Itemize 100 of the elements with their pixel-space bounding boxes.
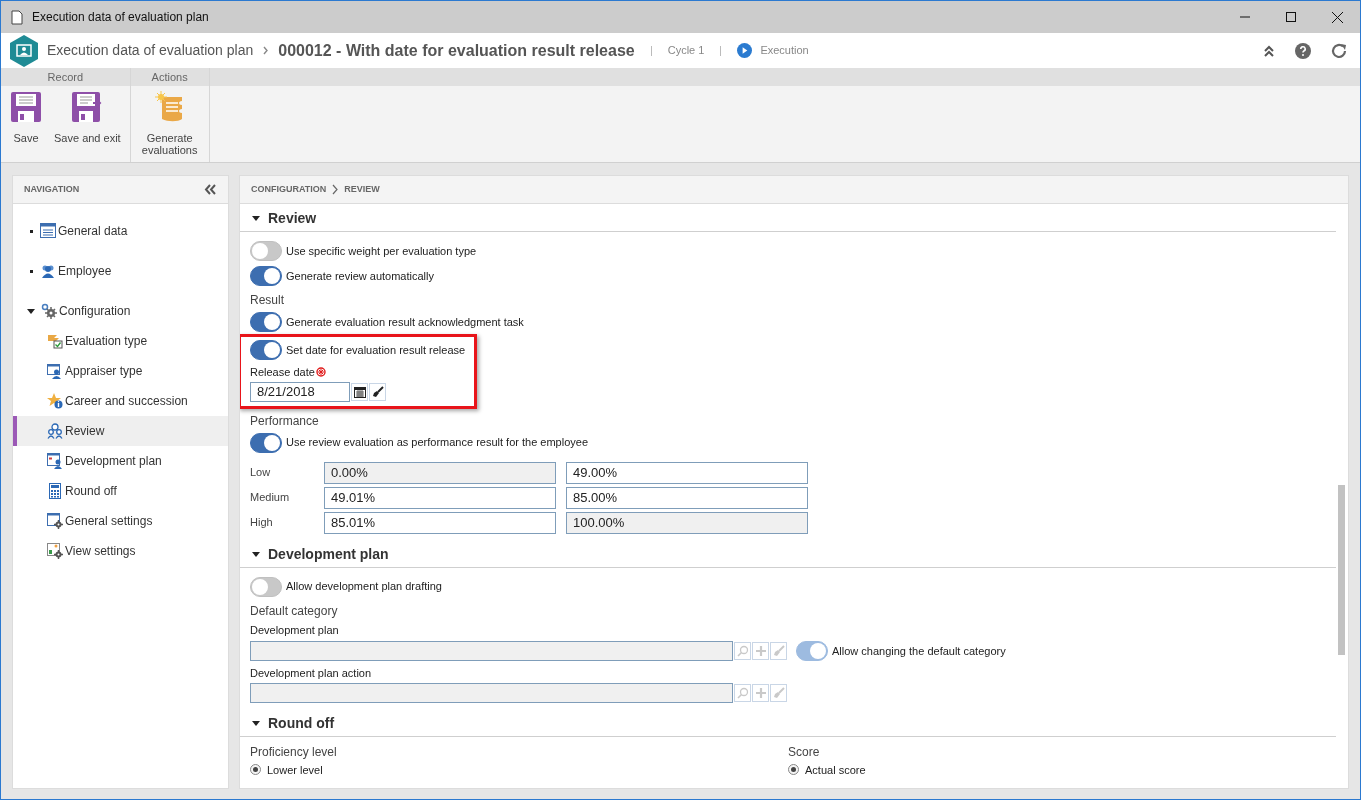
nav-item[interactable]: General data: [13, 216, 228, 246]
close-icon: [1331, 11, 1343, 23]
list-icon: [40, 223, 56, 239]
play-icon: [737, 43, 753, 58]
toggle-label: Allow changing the default category: [832, 643, 1006, 659]
subheading: Proficiency level: [250, 743, 338, 761]
nav-label: Configuration: [59, 303, 131, 320]
text-field[interactable]: 49.01%: [324, 486, 556, 509]
nav-item[interactable]: Employee: [13, 256, 228, 286]
toggle-switch[interactable]: [250, 312, 282, 332]
collapse-panel-icon[interactable]: [204, 184, 217, 195]
field-label: Release date: [250, 365, 315, 380]
gears-icon: [41, 303, 57, 319]
nav-label: Employee: [58, 263, 112, 280]
nav-label: General settings: [65, 513, 153, 530]
nav-item[interactable]: Review: [13, 416, 228, 446]
text-field[interactable]: 85.01%: [324, 511, 556, 534]
field-label: Development plan: [250, 622, 340, 638]
toggle-label: Allow development plan drafting: [286, 579, 442, 595]
breadcrumb-link[interactable]: CONFIGURATION: [251, 182, 327, 197]
nav-item[interactable]: Configuration: [13, 296, 228, 326]
nav-label: Development plan: [65, 453, 162, 470]
radio-button[interactable]: [788, 764, 799, 775]
brush-icon: [772, 686, 785, 699]
ribbon-button[interactable]: Save and exit: [49, 91, 126, 144]
section-title[interactable]: Review: [268, 208, 317, 229]
caret-down-icon[interactable]: [27, 308, 35, 314]
toggle-label: Set date for evaluation result release: [286, 342, 466, 358]
toggle-switch[interactable]: [250, 576, 282, 597]
range-label: Medium: [250, 490, 291, 506]
toggle-switch[interactable]: [250, 266, 282, 286]
help-icon[interactable]: [1295, 42, 1311, 59]
plus-icon: [754, 686, 767, 699]
nav-label: Evaluation type: [65, 333, 148, 350]
document-icon: [11, 9, 23, 25]
nav-item[interactable]: View settings: [13, 536, 228, 566]
section-title[interactable]: Development plan: [268, 543, 389, 565]
nav-item[interactable]: Career and succession: [13, 386, 228, 416]
nav-label: Appraiser type: [65, 363, 143, 380]
clear-button[interactable]: [369, 382, 386, 401]
section-title[interactable]: Round off: [268, 712, 335, 734]
nav-item[interactable]: General settings: [13, 506, 228, 536]
breadcrumb-current: REVIEW: [344, 182, 380, 196]
range-label: High: [250, 515, 274, 531]
caret-down-icon[interactable]: [252, 216, 260, 221]
ribbon-button[interactable]: Save: [5, 91, 47, 144]
toggle-switch[interactable]: [250, 241, 282, 261]
brush-icon: [371, 385, 384, 398]
field-label: Development plan action: [250, 666, 373, 681]
people-icon: [40, 263, 56, 279]
toggle-label: Generate evaluation result acknowledgment task: [286, 314, 524, 330]
collapse-icon[interactable]: [1263, 44, 1275, 57]
status-label: Execution: [760, 43, 809, 59]
toggle-switch[interactable]: [250, 432, 282, 453]
calculator-icon: [47, 483, 63, 499]
ribbon-group-label: Actions: [130, 68, 209, 86]
people-outline-icon: [47, 423, 63, 439]
window-title: Execution data of evaluation plan: [32, 9, 209, 26]
toggle-switch[interactable]: [250, 340, 282, 360]
caret-down-icon[interactable]: [252, 551, 260, 557]
chevron-icon: [332, 184, 339, 195]
range-label: Low: [250, 465, 272, 481]
text-field[interactable]: 49.00%: [566, 461, 808, 484]
plus-icon: [754, 645, 767, 657]
chevron-icon: [263, 46, 269, 55]
search-icon: [736, 686, 749, 699]
nav-label: Review: [65, 423, 105, 440]
calendar-icon: [353, 385, 366, 398]
plan-person-icon: [47, 453, 63, 469]
radio-label: Lower level: [267, 763, 323, 776]
breadcrumb-link[interactable]: Execution data of evaluation plan: [47, 40, 254, 61]
maximize-icon: [1286, 12, 1296, 22]
text-field[interactable]: 85.00%: [566, 486, 808, 509]
nav-item[interactable]: Round off: [13, 476, 228, 506]
subheading: Default category: [250, 602, 339, 620]
record-title: 000012 - With date for evaluation result release: [278, 40, 635, 61]
caret-down-icon[interactable]: [252, 720, 260, 726]
nav-item[interactable]: Development plan: [13, 446, 228, 476]
nav-item[interactable]: Appraiser type: [13, 356, 228, 386]
toggle-label: Use specific weight per evaluation type: [286, 243, 477, 259]
checklist-icon: [47, 333, 63, 349]
ribbon-button[interactable]: Generate evaluations: [134, 91, 205, 156]
radio-button[interactable]: [250, 764, 261, 775]
subheading: Score: [788, 743, 821, 761]
nav-item[interactable]: Evaluation type: [13, 326, 228, 356]
nav-label: Round off: [65, 483, 117, 500]
radio-label: Actual score: [805, 763, 866, 776]
nav-label: General data: [58, 223, 128, 240]
nav-label: View settings: [65, 543, 136, 560]
refresh-icon[interactable]: [1331, 42, 1348, 59]
brush-icon: [772, 645, 785, 657]
scrollbar[interactable]: [1338, 485, 1345, 655]
date-field[interactable]: 8/21/2018: [250, 381, 350, 402]
bullet-icon: [30, 269, 33, 273]
person-card-icon: [47, 363, 63, 379]
calendar-button[interactable]: [351, 382, 368, 401]
panel-title: NAVIGATION: [24, 182, 80, 196]
ribbon-group-label: Record: [1, 68, 130, 86]
toggle-label: Use review evaluation as performance result for the employee: [286, 435, 589, 451]
subheading: Performance: [250, 412, 320, 430]
